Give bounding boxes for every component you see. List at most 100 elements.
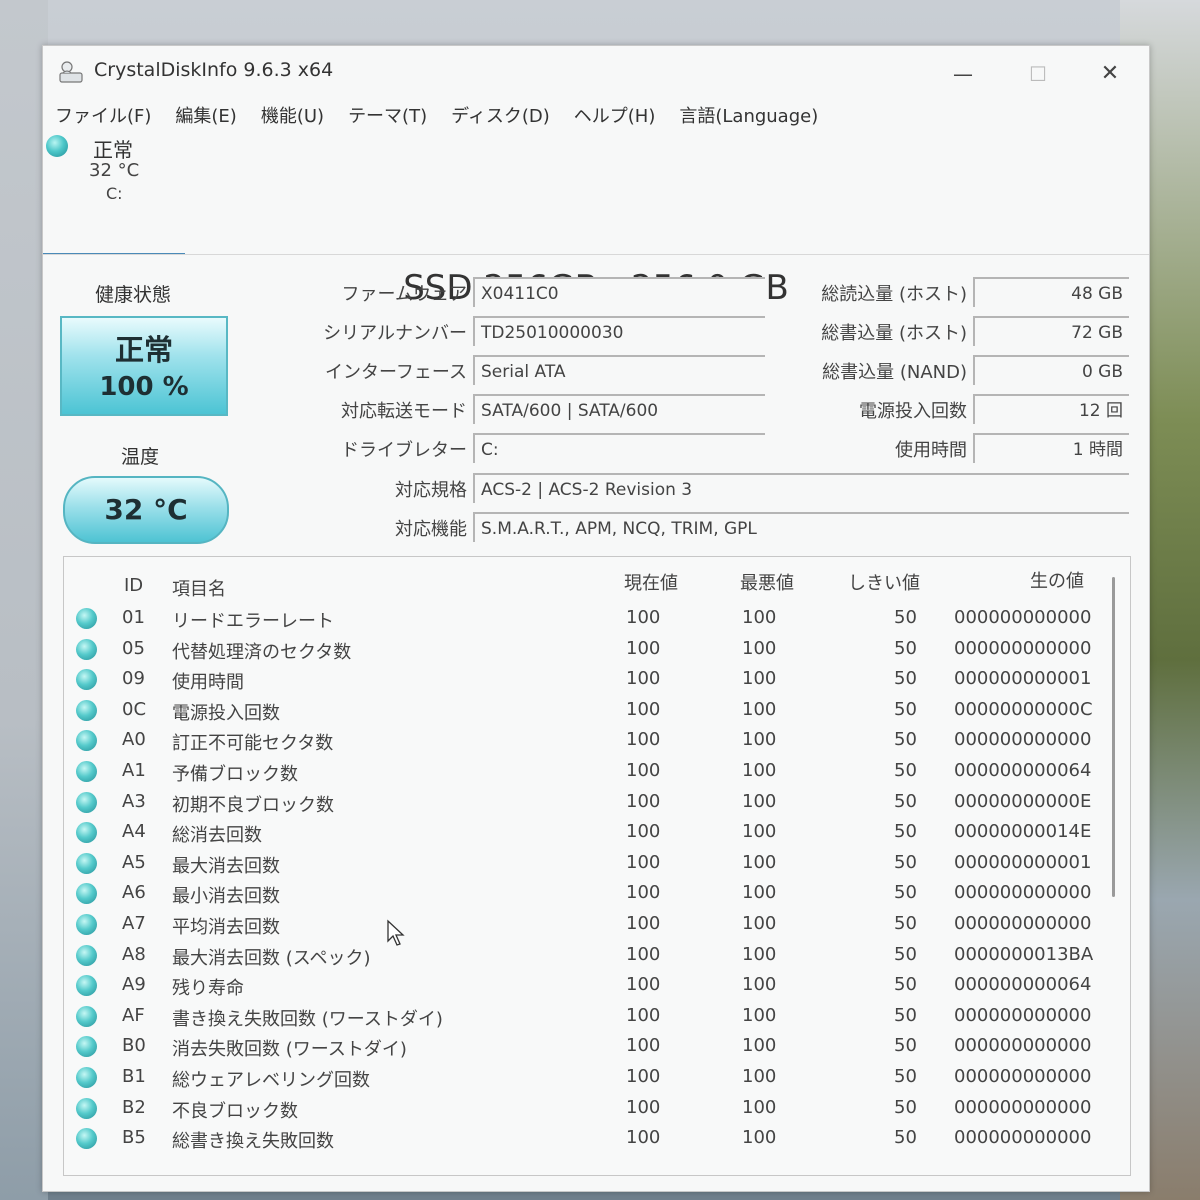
table-row[interactable]: A3 初期不良ブロック数 100 100 50 00000000000E <box>64 787 1130 818</box>
host-writes-value: 72 GB <box>973 316 1129 346</box>
nand-writes-label: 総書込量 (NAND) <box>822 362 967 383</box>
table-row[interactable]: A0 訂正不可能セクタ数 100 100 50 000000000000 <box>64 725 1130 756</box>
table-row[interactable]: 09 使用時間 100 100 50 000000000001 <box>64 664 1130 695</box>
cell-raw: 0000000013BA <box>954 943 1094 965</box>
menu-function[interactable]: 機能(U) <box>261 102 324 132</box>
cell-id: 05 <box>122 637 145 659</box>
cell-id: AF <box>122 1004 145 1026</box>
menu-language[interactable]: 言語(Language) <box>679 102 818 132</box>
cell-name: 最小消去回数 <box>172 886 280 908</box>
temperature-box[interactable]: 32 °C <box>63 476 229 544</box>
cell-worst: 100 <box>742 607 777 628</box>
health-label: 健康状態 <box>95 284 172 306</box>
menu-edit[interactable]: 編集(E) <box>175 102 236 132</box>
table-row[interactable]: AF 書き換え失敗回数 (ワーストダイ) 100 100 50 000000000000 <box>64 1001 1130 1032</box>
smart-attribute-table[interactable]: ID 項目名 現在値 最悪値 しきい値 生の値 01 リードエラーレート 100 10… <box>63 556 1131 1176</box>
menu-disk[interactable]: ディスク(D) <box>451 102 550 132</box>
table-row[interactable]: A9 残り寿命 100 100 50 000000000064 <box>64 970 1130 1001</box>
table-row[interactable]: 0C 電源投入回数 100 100 50 00000000000C <box>64 695 1130 726</box>
status-good-icon <box>76 1005 97 1027</box>
table-row[interactable]: 05 代替処理済のセクタ数 100 100 50 000000000000 <box>64 634 1130 665</box>
header-worst[interactable]: 最悪値 <box>740 569 794 595</box>
serial-value: TD25010000030 <box>473 316 765 346</box>
cell-name: 残り寿命 <box>172 978 244 1000</box>
cell-raw: 000000000000 <box>954 913 1092 934</box>
cell-id: 09 <box>122 668 145 690</box>
cell-name: 平均消去回数 <box>172 917 280 938</box>
serial-label: シリアルナンバー <box>323 323 467 344</box>
status-good-icon <box>76 822 97 844</box>
drive-letter-value: C: <box>473 433 765 463</box>
status-good-icon <box>76 1067 97 1088</box>
table-row[interactable]: B1 総ウェアレベリング回数 100 100 50 000000000000 <box>64 1062 1130 1093</box>
status-good-icon <box>76 883 97 905</box>
table-row[interactable]: B0 消去失敗回数 (ワーストダイ) 100 100 50 000000000000 <box>64 1031 1130 1062</box>
table-row[interactable]: A8 最大消去回数 (スペック) 100 100 50 0000000013BA <box>64 940 1130 971</box>
cell-name: リードエラーレート <box>172 611 334 632</box>
status-good-icon <box>76 791 97 813</box>
table-row[interactable]: A4 総消去回数 100 100 50 00000000014E <box>64 817 1130 848</box>
host-writes-label: 総書込量 (ホスト) <box>821 323 967 344</box>
cell-name: 最大消去回数 <box>172 855 280 877</box>
cell-worst: 100 <box>742 668 777 690</box>
header-raw[interactable]: 生の値 <box>1030 567 1084 593</box>
title-bar[interactable]: CrystalDiskInfo 9.6.3 x64 — ☐ ✕ <box>43 46 1149 98</box>
cell-id: A0 <box>122 729 146 751</box>
cell-raw: 000000000064 <box>954 974 1092 996</box>
cell-name: 電源投入回数 <box>172 702 280 724</box>
cell-raw: 000000000000 <box>954 882 1092 904</box>
vertical-scrollbar[interactable] <box>1112 577 1115 897</box>
disk-tab-temperature: 32 °C <box>89 160 140 181</box>
menu-theme[interactable]: テーマ(T) <box>348 102 427 132</box>
table-row[interactable]: B5 総書き換え失敗回数 100 100 50 000000000000 <box>64 1123 1130 1154</box>
cell-raw: 000000000000 <box>954 1096 1092 1118</box>
cell-threshold: 50 <box>894 607 917 628</box>
cell-worst: 100 <box>742 882 777 904</box>
table-row[interactable]: A7 平均消去回数 100 100 50 000000000000 <box>64 909 1130 940</box>
disk-tab-c[interactable]: 正常 32 °C C: <box>43 130 185 255</box>
header-current[interactable]: 現在値 <box>624 569 678 595</box>
table-row[interactable]: B2 不良ブロック数 100 100 50 000000000000 <box>64 1093 1130 1124</box>
table-row[interactable]: A6 最小消去回数 100 100 50 000000000000 <box>64 878 1130 909</box>
status-good-icon <box>76 975 97 997</box>
close-button[interactable]: ✕ <box>1090 56 1130 92</box>
cell-raw: 00000000000E <box>954 790 1092 812</box>
table-row[interactable]: A5 最大消去回数 100 100 50 000000000001 <box>64 848 1130 879</box>
cell-threshold: 50 <box>894 974 917 996</box>
cell-name: 訂正不可能セクタ数 <box>172 733 334 755</box>
status-good-icon <box>76 730 97 752</box>
cell-raw: 000000000001 <box>954 668 1092 690</box>
menu-file[interactable]: ファイル(F) <box>55 102 151 132</box>
cell-current: 100 <box>626 974 661 996</box>
header-id[interactable]: ID <box>124 575 143 596</box>
cell-worst: 100 <box>742 1127 777 1149</box>
minimize-button[interactable]: — <box>943 56 983 92</box>
cell-id: 0C <box>122 698 147 720</box>
cell-worst: 100 <box>742 729 777 751</box>
status-good-icon <box>76 1097 97 1119</box>
cell-id: A1 <box>122 760 146 781</box>
firmware-label: ファームウェア <box>341 284 467 305</box>
cell-current: 100 <box>626 637 661 659</box>
health-status-box[interactable]: 正常 100 % <box>60 316 228 416</box>
cell-current: 100 <box>626 1004 661 1026</box>
interface-value: Serial ATA <box>473 355 765 385</box>
cell-current: 100 <box>626 1127 661 1149</box>
table-row[interactable]: 01 リードエラーレート 100 100 50 000000000000 <box>64 603 1130 634</box>
menu-help[interactable]: ヘルプ(H) <box>574 102 656 132</box>
status-good-icon <box>76 699 97 721</box>
cell-current: 100 <box>626 790 661 812</box>
cell-threshold: 50 <box>894 637 917 659</box>
header-name[interactable]: 項目名 <box>172 575 226 601</box>
maximize-button[interactable]: ☐ <box>1018 56 1058 92</box>
cell-id: A6 <box>122 882 146 904</box>
cell-current: 100 <box>626 729 661 751</box>
cell-raw: 000000000064 <box>954 760 1092 781</box>
header-threshold[interactable]: しきい値 <box>848 569 920 595</box>
cell-raw: 000000000000 <box>954 1066 1092 1087</box>
smart-table-header: ID 項目名 現在値 最悪値 しきい値 生の値 <box>64 557 1130 601</box>
cell-threshold: 50 <box>894 851 917 873</box>
table-row[interactable]: A1 予備ブロック数 100 100 50 000000000064 <box>64 756 1130 787</box>
mouse-cursor-icon <box>387 919 405 946</box>
status-good-icon <box>76 1128 97 1150</box>
